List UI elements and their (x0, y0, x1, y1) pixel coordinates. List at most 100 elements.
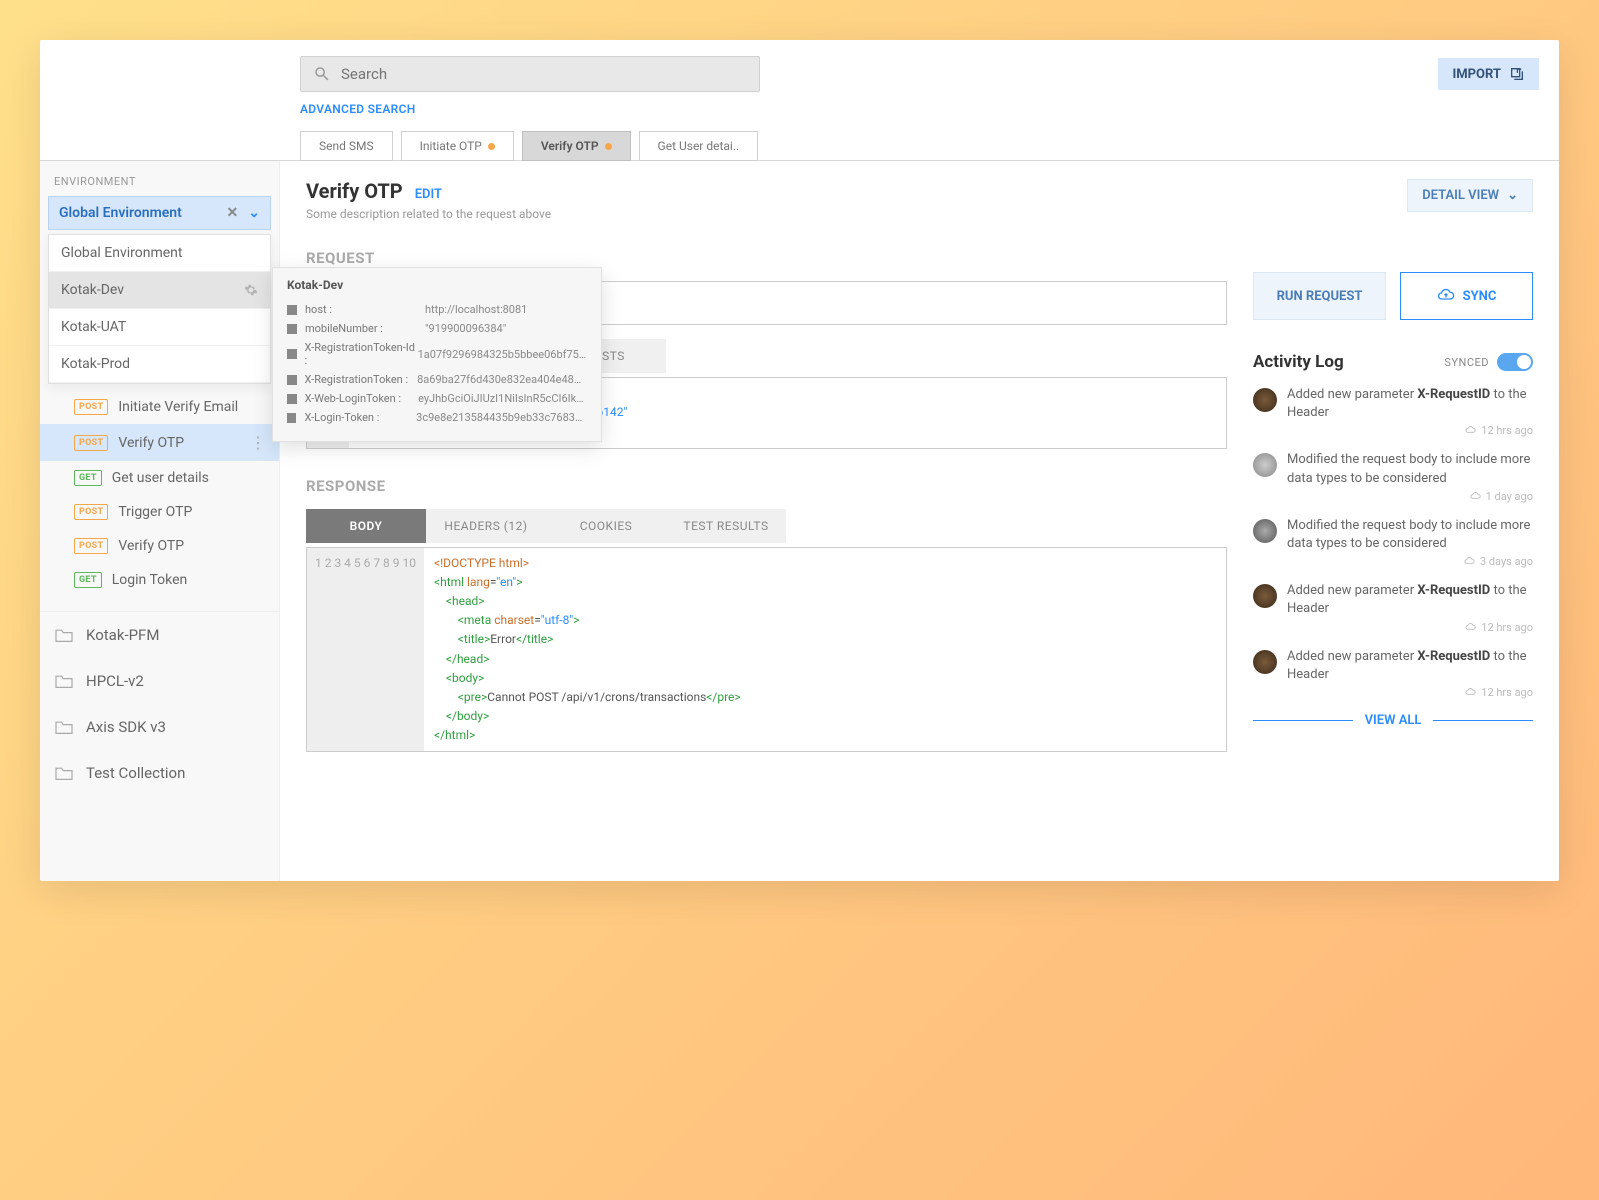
search-box[interactable] (300, 56, 760, 92)
environment-option[interactable]: Kotak-UAT (49, 309, 270, 346)
env-var-key: X-Login-Token : (304, 411, 416, 424)
collection-item[interactable]: Axis SDK v3 (40, 704, 279, 750)
request-heading: REQUEST (306, 249, 1227, 267)
collection-item[interactable]: Test Collection (40, 750, 279, 796)
api-list: POSTInitiate Verify EmailPOSTVerify OTP⋮… (40, 390, 279, 597)
log-text: Modified the request body to include mor… (1287, 517, 1533, 553)
activity-logs: Added new parameter X-RequestID to the H… (1253, 386, 1533, 699)
checkbox-icon[interactable] (287, 375, 297, 385)
api-item[interactable]: POSTTrigger OTP (40, 495, 279, 529)
page-subtitle: Some description related to the request … (306, 207, 551, 221)
checkbox-icon[interactable] (287, 349, 297, 359)
synced-toggle[interactable]: SYNCED (1444, 353, 1533, 371)
avatar (1253, 388, 1277, 412)
environment-option[interactable]: Global Environment (49, 235, 270, 272)
api-item[interactable]: POSTVerify OTP (40, 529, 279, 563)
api-item-label: Get user details (112, 470, 209, 486)
advanced-search-link[interactable]: ADVANCED SEARCH (300, 102, 416, 116)
response-body-code[interactable]: 1 2 3 4 5 6 7 8 9 10 <!DOCTYPE html> <ht… (306, 547, 1227, 753)
env-var-value: 1a07f9296984325b5bbee06bf75d96 (418, 348, 587, 361)
response-tab[interactable]: COOKIES (546, 509, 666, 543)
detail-view-button[interactable]: DETAIL VIEW ⌄ (1407, 179, 1533, 212)
sync-button[interactable]: SYNC (1400, 272, 1533, 320)
app-window: ADVANCED SEARCH IMPORT Send SMS Initiate … (40, 40, 1559, 881)
api-item[interactable]: GET Get user details (40, 461, 279, 495)
env-var-key: X-RegistrationToken : (305, 373, 418, 386)
tab-send-sms[interactable]: Send SMS (300, 131, 393, 161)
log-text: Added new parameter X-RequestID to the H… (1287, 648, 1533, 684)
import-button[interactable]: IMPORT (1438, 58, 1539, 90)
environment-selected: Global Environment (59, 205, 182, 221)
env-var-key: mobileNumber : (305, 322, 425, 335)
avatar (1253, 650, 1277, 674)
folder-icon (54, 627, 74, 643)
environment-option[interactable]: Kotak-Dev (49, 272, 270, 309)
api-item[interactable]: POST Verify OTP ⋮ (40, 424, 279, 461)
api-item[interactable]: GET Login Token (40, 563, 279, 597)
checkbox-icon[interactable] (287, 413, 296, 423)
environment-dropdown: Global EnvironmentKotak-DevKotak-UATKota… (48, 234, 271, 384)
log-text: Added new parameter X-RequestID to the H… (1287, 582, 1533, 618)
collection-label: Kotak-PFM (86, 626, 159, 644)
cloud-icon (1465, 425, 1476, 436)
method-badge: GET (74, 470, 102, 486)
toggle-icon[interactable] (1497, 353, 1533, 371)
log-meta: 1 day ago (1287, 490, 1533, 503)
collections: Kotak-PFM HPCL-v2Axis SDK v3Test Collecti… (40, 611, 279, 796)
gear-icon[interactable] (244, 283, 258, 297)
env-var-key: X-RegistrationToken-Id : (305, 341, 418, 367)
close-icon[interactable]: ✕ (227, 205, 239, 221)
log-meta: 12 hrs ago (1287, 621, 1533, 634)
run-request-button[interactable]: RUN REQUEST (1253, 272, 1386, 320)
api-item-label: Login Token (112, 572, 188, 588)
cloud-sync-icon (1437, 287, 1455, 305)
method-badge: GET (74, 572, 102, 588)
env-popup-title: Kotak-Dev (287, 278, 587, 292)
method-badge: POST (74, 435, 108, 451)
environment-select[interactable]: Global Environment ✕ ⌄ (48, 196, 271, 230)
environment-label: ENVIRONMENT (40, 175, 279, 196)
cloud-icon (1465, 622, 1476, 633)
tabs-row: Send SMS Initiate OTP Verify OTP Get User d… (300, 131, 1559, 161)
env-variable-row: host :http://localhost:8081 (287, 300, 587, 319)
response-tab[interactable]: HEADERS (12) (426, 509, 546, 543)
cloud-icon (1464, 556, 1475, 567)
method-badge: POST (74, 399, 108, 415)
checkbox-icon[interactable] (287, 394, 297, 404)
response-tab[interactable]: BODY (306, 509, 426, 543)
edit-link[interactable]: EDIT (415, 187, 442, 202)
collection-item[interactable]: Kotak-PFM (40, 612, 279, 658)
checkbox-icon[interactable] (287, 324, 297, 334)
chevron-down-icon[interactable]: ⌄ (248, 205, 260, 221)
cloud-icon (1465, 687, 1476, 698)
collection-item[interactable]: HPCL-v2 (40, 658, 279, 704)
api-item-label: Verify OTP (118, 435, 184, 451)
response-tab[interactable]: TEST RESULTS (666, 509, 786, 543)
main: ENVIRONMENT Global Environment ✕ ⌄ Globa… (40, 161, 1559, 881)
tab-get-user-detai-[interactable]: Get User detai.. (639, 131, 759, 161)
folder-icon (54, 673, 74, 689)
folder-icon (54, 719, 74, 735)
more-icon[interactable]: ⋮ (250, 433, 265, 452)
tab-initiate-otp[interactable]: Initiate OTP (401, 131, 514, 161)
environment-popup: Kotak-Dev host :http://localhost:8081mob… (272, 267, 602, 442)
api-item[interactable]: POSTInitiate Verify Email (40, 390, 279, 424)
environment-option[interactable]: Kotak-Prod (49, 346, 270, 383)
env-variable-row: X-RegistrationToken-Id :1a07f9296984325b… (287, 338, 587, 370)
env-variable-row: X-Login-Token :3c9e8e213584435b9eb33c768… (287, 408, 587, 427)
activity-log-item: Modified the request body to include mor… (1253, 517, 1533, 568)
right-column: DETAIL VIEW ⌄ RUN REQUEST SYNC Activity … (1253, 179, 1533, 863)
response-tabs: BODYHEADERS (12)COOKIESTEST RESULTS (306, 509, 1227, 543)
view-all-link[interactable]: VIEW ALL (1253, 713, 1533, 728)
tab-verify-otp[interactable]: Verify OTP (522, 131, 631, 161)
env-var-value: 8a69ba27f6d430e832ea404e489c5b (417, 373, 587, 386)
search-input[interactable] (341, 65, 747, 83)
activity-log-title: Activity Log (1253, 352, 1344, 372)
checkbox-icon[interactable] (287, 305, 297, 315)
env-var-key: X-Web-LoginToken : (305, 392, 419, 405)
unsaved-dot-icon (488, 143, 495, 150)
response-heading: RESPONSE (306, 477, 1227, 495)
sidebar: ENVIRONMENT Global Environment ✕ ⌄ Globa… (40, 161, 280, 881)
env-variable-row: mobileNumber :"919900096384" (287, 319, 587, 338)
method-badge: POST (74, 538, 108, 554)
